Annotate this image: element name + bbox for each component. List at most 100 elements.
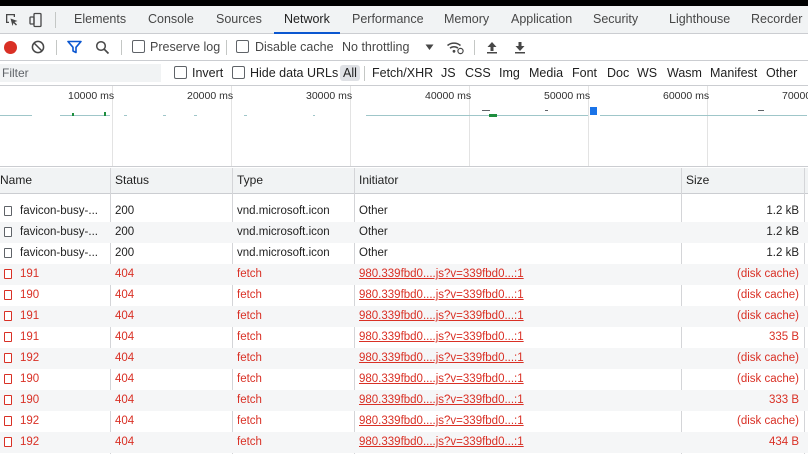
request-name: 191 [20,331,40,343]
table-row[interactable]: favicon-busy-... 200 vnd.microsoft.icon … [0,243,808,264]
tab-application[interactable]: Application [511,6,572,33]
request-initiator: Other [359,226,388,238]
tab-network[interactable]: Network [274,6,340,34]
request-initiator-link[interactable]: 980.339fbd0....js?v=339fbd0...:1 [359,369,524,390]
type-filter-manifest[interactable]: Manifest [710,65,757,81]
preserve-log-checkbox[interactable] [132,40,145,53]
filter-icon[interactable] [67,40,82,54]
type-filter-all[interactable]: All [340,65,360,81]
type-filter-font[interactable]: Font [572,65,597,81]
table-row[interactable]: 192 404 fetch 980.339fbd0....js?v=339fbd… [0,432,808,453]
table-row[interactable]: 192 404 fetch 980.339fbd0....js?v=339fbd… [0,411,808,432]
request-initiator-link[interactable]: 980.339fbd0....js?v=339fbd0...:1 [359,348,524,369]
tab-security[interactable]: Security [593,6,638,33]
request-initiator-link[interactable]: 980.339fbd0....js?v=339fbd0...:1 [359,327,524,348]
timeline-tick-label: 20000 ms [187,90,234,102]
import-har-icon[interactable] [486,40,498,54]
type-filter-media[interactable]: Media [529,65,563,81]
timeline-tick-label: 40000 ms [425,90,472,102]
tab-sources[interactable]: Sources [216,6,262,33]
request-initiator-link[interactable]: 980.339fbd0....js?v=339fbd0...:1 [359,306,524,327]
type-filter-js[interactable]: JS [441,65,456,81]
table-row[interactable]: 190 404 fetch 980.339fbd0....js?v=339fbd… [0,285,808,306]
request-bar-ticks [0,115,807,116]
tab-memory[interactable]: Memory [444,6,489,33]
tab-recorder[interactable]: Recorder [751,6,802,33]
clear-icon[interactable] [31,40,45,54]
inspect-element-icon[interactable] [4,12,20,28]
toolbar-separator [474,40,475,55]
type-filter-doc[interactable]: Doc [607,65,629,81]
request-initiator-link[interactable]: 980.339fbd0....js?v=339fbd0...:1 [359,264,524,285]
invert-checkbox[interactable] [174,66,187,79]
timeline-tick-label: 70000 [782,90,808,102]
device-toolbar-icon[interactable] [28,12,44,28]
request-type: fetch [237,436,262,448]
request-name: 192 [20,415,40,427]
request-name: 191 [20,268,40,280]
hide-data-urls-checkbox[interactable] [232,66,245,79]
type-filter-ws[interactable]: WS [637,65,657,81]
chevron-down-icon[interactable] [425,44,434,51]
request-initiator-link[interactable]: 980.339fbd0....js?v=339fbd0...:1 [359,432,524,453]
type-filter-img[interactable]: Img [499,65,520,81]
record-icon[interactable] [3,40,18,55]
type-filter-fetch-xhr[interactable]: Fetch/XHR [372,65,433,81]
request-initiator-link[interactable]: 980.339fbd0....js?v=339fbd0...:1 [359,411,524,432]
filter-input[interactable] [0,64,161,82]
tab-console[interactable]: Console [148,6,194,33]
request-initiator-link[interactable]: 980.339fbd0....js?v=339fbd0...:1 [359,285,524,306]
request-type: fetch [237,268,262,280]
column-header-status[interactable]: Status [115,168,149,193]
type-filter-wasm[interactable]: Wasm [667,65,702,81]
request-status: 404 [115,331,135,343]
request-size: (disk cache) [737,268,799,280]
column-header-initiator[interactable]: Initiator [359,168,398,193]
request-status: 404 [115,268,135,280]
tab-elements[interactable]: Elements [74,6,126,33]
search-icon[interactable] [95,40,110,55]
request-bar [482,110,490,111]
column-header-name[interactable]: Name [0,168,32,193]
network-overview-timeline[interactable]: 10000 ms 20000 ms 30000 ms 40000 ms 5000… [0,86,808,167]
table-row[interactable]: favicon-busy-... 200 vnd.microsoft.icon … [0,222,808,243]
column-header-type[interactable]: Type [237,168,263,193]
network-conditions-icon[interactable] [446,40,464,55]
disable-cache-label: Disable cache [255,40,334,54]
timeline-tick-label: 60000 ms [663,90,710,102]
table-row[interactable]: 191 404 fetch 980.339fbd0....js?v=339fbd… [0,327,808,348]
request-table-body: favicon-busy-... 200 vnd.microsoft.icon … [0,195,808,454]
request-size: 434 B [768,436,799,448]
tab-lighthouse[interactable]: Lighthouse [669,6,730,33]
table-row[interactable]: 190 404 fetch 980.339fbd0....js?v=339fbd… [0,369,808,390]
request-type: fetch [237,289,262,301]
table-row[interactable]: 191 404 fetch 980.339fbd0....js?v=339fbd… [0,306,808,327]
request-status: 404 [115,436,135,448]
request-type: fetch [237,415,262,427]
toolbar-separator [121,40,122,55]
table-row[interactable]: 190 404 fetch 980.339fbd0....js?v=339fbd… [0,390,808,411]
export-har-icon[interactable] [514,40,526,54]
tab-performance[interactable]: Performance [352,6,424,33]
document-icon [4,437,12,447]
document-icon [4,395,12,405]
request-initiator-link[interactable]: 980.339fbd0....js?v=339fbd0...:1 [359,390,524,411]
table-row[interactable]: 192 404 fetch 980.339fbd0....js?v=339fbd… [0,348,808,369]
table-row[interactable]: 191 404 fetch 980.339fbd0....js?v=339fbd… [0,264,808,285]
request-status: 200 [115,226,135,238]
request-status: 404 [115,415,135,427]
type-filter-other[interactable]: Other [766,65,797,81]
request-initiator: Other [359,205,388,217]
column-header-size[interactable]: Size [686,168,709,193]
request-bar [104,112,106,116]
request-name: 190 [20,289,40,301]
hide-data-urls-label: Hide data URLs [250,66,339,80]
document-icon [4,269,12,279]
table-row[interactable]: favicon-busy-... 200 vnd.microsoft.icon … [0,201,808,222]
request-type: vnd.microsoft.icon [237,205,330,217]
request-type: vnd.microsoft.icon [237,247,330,259]
throttling-select[interactable]: No throttling [342,34,409,60]
disable-cache-checkbox[interactable] [236,40,249,53]
type-filter-css[interactable]: CSS [465,65,491,81]
request-name: favicon-busy-... [20,205,98,217]
